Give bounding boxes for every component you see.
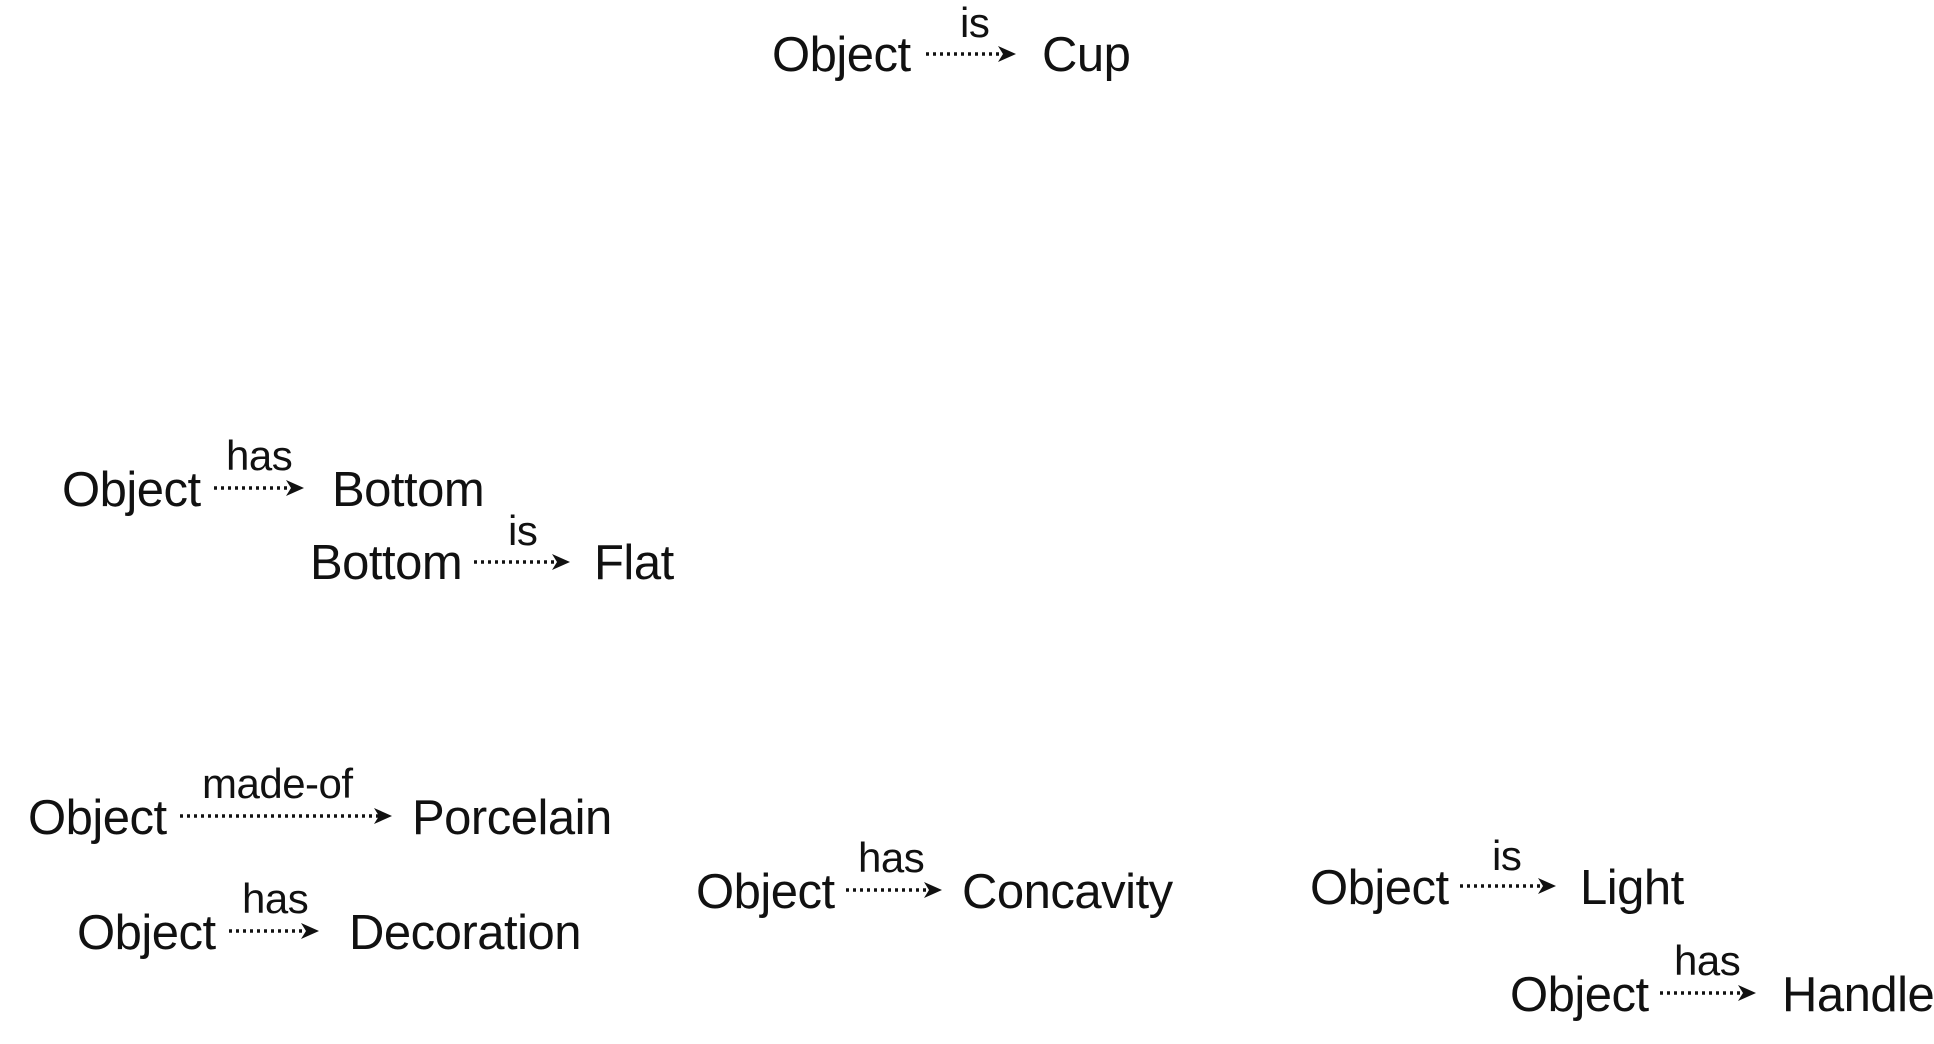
triple-object-has-concavity: Object has Concavity xyxy=(696,837,1216,919)
dotted-arrow-icon xyxy=(180,808,392,824)
triple-object: Flat xyxy=(594,536,674,590)
dotted-arrow-icon xyxy=(926,46,1016,62)
triple-object: Cup xyxy=(1042,28,1131,82)
relation-label: is xyxy=(1492,832,1522,879)
dotted-arrow-icon xyxy=(214,480,304,496)
triple-subject: Object xyxy=(28,791,167,845)
triple-subject: Object xyxy=(772,28,911,82)
triple-subject: Object xyxy=(77,906,216,960)
triple-object-has-handle: Object has Handle xyxy=(1510,940,1934,1022)
relation-label: has xyxy=(858,834,925,881)
triple-subject: Object xyxy=(1310,861,1449,915)
triple-object-has-decoration: Object has Decoration xyxy=(77,878,597,960)
dotted-arrow-icon xyxy=(1460,878,1556,894)
triple-subject: Bottom xyxy=(310,536,463,590)
triple-bottom-is-flat: Bottom is Flat xyxy=(310,510,690,590)
relation-label: has xyxy=(242,875,309,922)
triple-object-is-light: Object is Light xyxy=(1310,835,1730,915)
relation-label: has xyxy=(1674,937,1741,984)
triple-object: Concavity xyxy=(962,865,1173,919)
triple-object: Porcelain xyxy=(412,791,612,845)
triple-object: Bottom xyxy=(332,463,485,517)
triple-subject: Object xyxy=(62,463,201,517)
relation-label: is xyxy=(508,507,538,554)
triple-object: Handle xyxy=(1782,968,1934,1022)
triple-object: Decoration xyxy=(349,906,581,960)
semantic-relations-diagram: { "triples": [ {"subject": "Object", "re… xyxy=(0,0,1934,1044)
dotted-arrow-icon xyxy=(229,923,319,939)
dotted-arrow-icon xyxy=(474,554,570,570)
dotted-arrow-icon xyxy=(846,882,942,898)
triple-object-made-of-porcelain: Object made-of Porcelain xyxy=(28,763,628,845)
triple-object: Light xyxy=(1580,861,1684,915)
relation-label: has xyxy=(226,432,293,479)
dotted-arrow-icon xyxy=(1660,985,1756,1001)
triple-subject: Object xyxy=(696,865,835,919)
relation-label: is xyxy=(960,0,990,46)
relation-label: made-of xyxy=(202,760,353,807)
triple-subject: Object xyxy=(1510,968,1649,1022)
triple-object-is-cup: Object is Cup xyxy=(772,2,1132,82)
triple-object-has-bottom: Object has Bottom xyxy=(62,435,502,517)
